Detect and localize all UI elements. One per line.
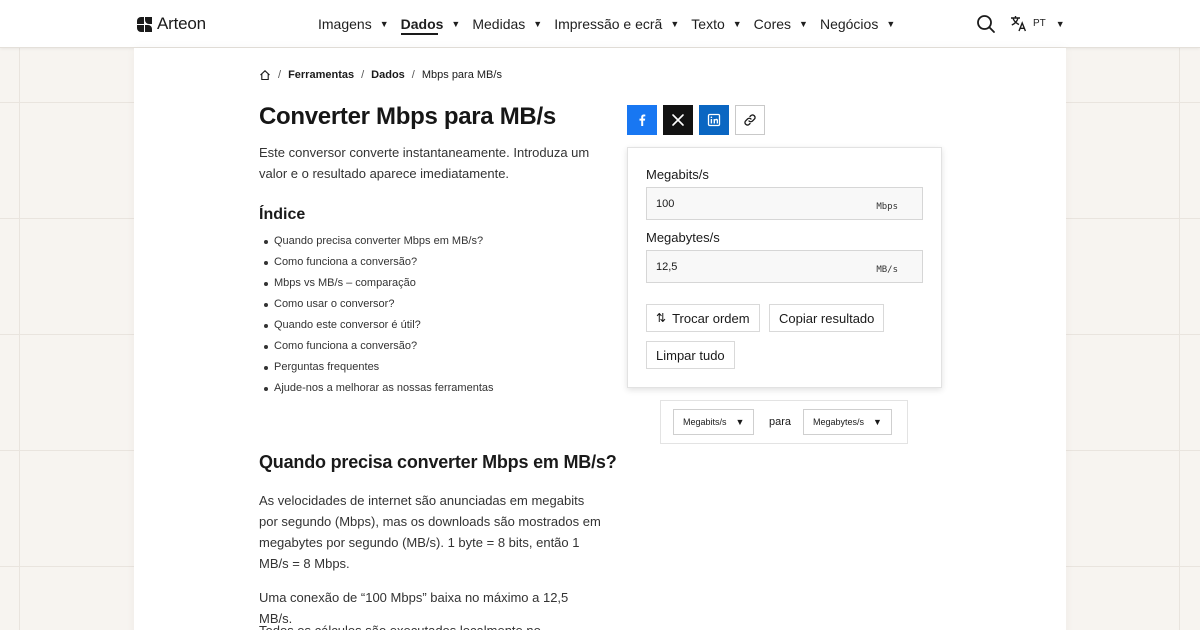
from-unit-value: Megabits/s (683, 417, 727, 427)
breadcrumb-separator: / (361, 69, 365, 81)
chevron-down-icon: ▼ (799, 19, 808, 29)
to-unit-value: Megabytes/s (813, 417, 865, 427)
chevron-down-icon: ▼ (451, 19, 461, 29)
toc-link[interactable]: Ajude-nos a melhorar as nossas ferrament… (264, 379, 494, 400)
unit-selector: Megabits/s ▼ para Megabytes/s ▼ (660, 400, 908, 444)
input-label: Megabits/s (646, 167, 709, 182)
nav-item-negocios[interactable]: Negócios ▼ (820, 0, 895, 48)
chevron-down-icon: ▼ (670, 19, 680, 29)
chevron-down-icon: ▼ (886, 19, 896, 29)
brand-name: Arteon (157, 14, 206, 33)
nav-label: Dados (400, 16, 444, 32)
nav-label: Negócios (819, 16, 879, 32)
from-unit-select[interactable]: Megabits/s ▼ (673, 409, 755, 435)
breadcrumb-item-current: Mbps para MB/s (421, 69, 502, 81)
input-value: 100 (656, 198, 675, 210)
swap-icon: ⇅ (656, 311, 667, 325)
output-label: Megabytes/s (646, 230, 720, 245)
breadcrumb: / Ferramentas / Dados / Mbps para MB/s (259, 69, 502, 81)
nav-item-cores[interactable]: Cores ▼ (754, 0, 808, 48)
nav-label: Imagens (318, 16, 372, 32)
nav-label: Texto (691, 16, 725, 32)
chevron-down-icon: ▼ (873, 417, 882, 427)
share-buttons (627, 105, 765, 135)
copy-result-button[interactable]: Copiar resultado (769, 304, 885, 332)
copy-result-label: Copiar resultado (779, 310, 875, 326)
nav-item-imagens[interactable]: Imagens ▼ (318, 0, 389, 48)
toc-link[interactable]: Como usar o conversor? (264, 295, 494, 316)
section-paragraph: Todos os cálculos são executados localme… (259, 620, 604, 630)
output-value: 12,5 (656, 261, 678, 273)
x-share-button[interactable] (663, 105, 693, 135)
toc-link[interactable]: Perguntas frequentes (264, 358, 494, 379)
breadcrumb-separator: / (411, 69, 415, 81)
chevron-down-icon: ▼ (379, 19, 389, 29)
brand-logo[interactable]: Arteon (137, 14, 206, 34)
clear-all-button[interactable]: Limpar tudo (646, 341, 735, 369)
toc-link[interactable]: Quando este conversor é útil? (264, 316, 494, 337)
nav-item-dados[interactable]: Dados ▼ (401, 0, 461, 48)
section-paragraph: As velocidades de internet são anunciada… (259, 493, 601, 571)
nav-item-impressao-e-ecra[interactable]: Impressão e ecrã ▼ (554, 0, 679, 48)
search-icon[interactable] (976, 14, 996, 34)
megabits-input[interactable]: 100 Mbps (646, 187, 923, 220)
link-icon (744, 114, 756, 126)
facebook-share-button[interactable] (627, 105, 657, 135)
brand-logo-icon (137, 16, 152, 32)
chevron-down-icon: ▼ (735, 417, 745, 427)
chevron-down-icon: ▼ (533, 19, 543, 29)
nav-label: Cores (753, 16, 792, 32)
chevron-down-icon: ▼ (732, 19, 742, 29)
megabytes-output[interactable]: 12,5 MB/s (646, 250, 923, 283)
unit-connector: para (769, 416, 792, 428)
breadcrumb-separator: / (278, 69, 282, 81)
translate-icon (1011, 16, 1027, 32)
section-heading: Quando precisa converter Mbps em MB/s? (259, 452, 617, 472)
nav-label: Impressão e ecrã (554, 16, 663, 32)
linkedin-icon (707, 113, 721, 127)
clear-all-label: Limpar tudo (656, 347, 725, 363)
copy-link-button[interactable] (735, 105, 765, 135)
output-unit: MB/s (876, 265, 898, 275)
page-title: Converter Mbps para MB/s (259, 103, 556, 130)
swap-order-button[interactable]: ⇅ Trocar ordem (646, 304, 760, 332)
nav-item-texto[interactable]: Texto ▼ (691, 0, 741, 48)
toc-link[interactable]: Quando precisa converter Mbps em MB/s? (264, 232, 494, 253)
table-of-contents: Quando precisa converter Mbps em MB/s? C… (264, 232, 494, 400)
language-code: PT (1033, 18, 1046, 29)
toc-link[interactable]: Como funciona a conversão? (264, 337, 494, 358)
facebook-icon (639, 114, 646, 126)
input-unit: Mbps (876, 202, 898, 212)
toc-title: Índice (259, 206, 306, 223)
nav-label: Medidas (472, 16, 526, 32)
content-card: / Ferramentas / Dados / Mbps para MB/s C… (134, 48, 1066, 630)
nav-item-medidas[interactable]: Medidas ▼ (472, 0, 542, 48)
breadcrumb-item-ferramentas[interactable]: Ferramentas (288, 69, 354, 81)
page-intro: Este conversor converte instantaneamente… (259, 145, 590, 181)
breadcrumb-item-dados[interactable]: Dados (371, 69, 405, 81)
chevron-down-icon: ▼ (1055, 18, 1065, 29)
language-switcher[interactable]: PT ▼ (1010, 15, 1065, 32)
toc-link[interactable]: Mbps vs MB/s – comparação (264, 274, 494, 295)
home-icon[interactable] (259, 69, 271, 81)
x-icon (672, 114, 684, 126)
to-unit-select[interactable]: Megabytes/s ▼ (803, 409, 892, 435)
main-nav: Imagens ▼ Dados ▼ Medidas ▼ Impressão e … (318, 0, 907, 48)
converter-panel: Megabits/s 100 Mbps Megabytes/s 12,5 MB/… (627, 147, 942, 388)
top-navigation-bar: Arteon Imagens ▼ Dados ▼ Medidas ▼ Impre… (0, 0, 1200, 48)
linkedin-share-button[interactable] (699, 105, 729, 135)
toc-link[interactable]: Como funciona a conversão? (264, 253, 494, 274)
swap-order-label: Trocar ordem (672, 310, 750, 326)
